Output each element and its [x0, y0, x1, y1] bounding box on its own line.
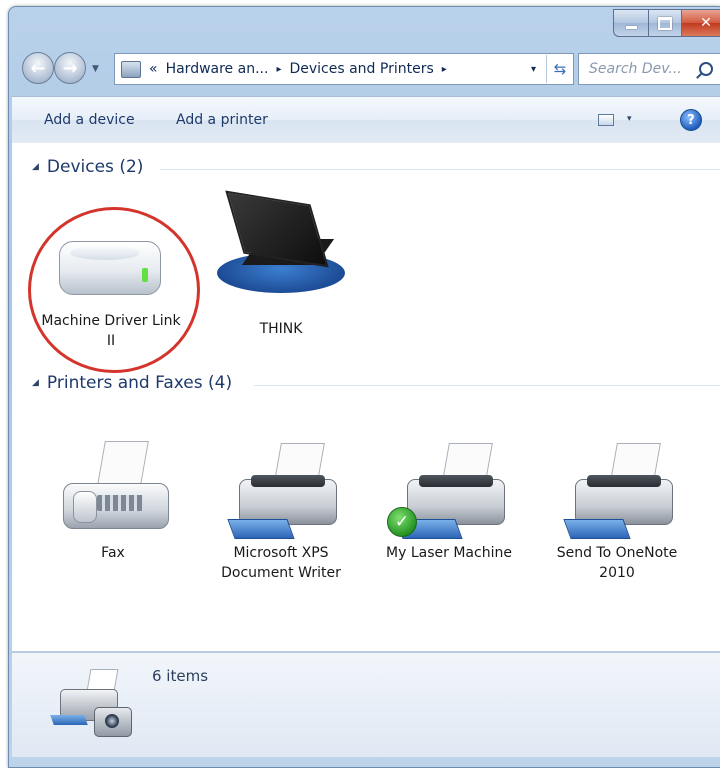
address-overflow[interactable]: «: [149, 61, 158, 77]
printer-top: [587, 475, 661, 487]
printer-tray: [227, 519, 295, 539]
change-view-icon[interactable]: [598, 114, 614, 126]
printer-top: [251, 475, 325, 487]
minimize-button[interactable]: [613, 9, 649, 37]
command-bar: Add a device Add a printer ▾ ?: [12, 96, 720, 144]
collapse-triangle-icon[interactable]: ◢: [32, 162, 39, 172]
printer-item-microsoft-xps[interactable]: Microsoft XPS Document Writer: [206, 439, 356, 583]
printer-item-my-laser-machine[interactable]: ✓ My Laser Machine: [374, 439, 524, 563]
back-button[interactable]: ←: [22, 52, 54, 84]
printer-tray: [563, 519, 631, 539]
printer-label: Microsoft XPS Document Writer: [221, 545, 341, 581]
device-label: Machine Driver Link II: [41, 313, 181, 349]
recent-pages-dropdown[interactable]: ▼: [92, 64, 99, 74]
printer-icon: ✓: [379, 439, 519, 549]
add-printer-button[interactable]: Add a printer: [176, 112, 268, 128]
refresh-button[interactable]: ⇆: [546, 55, 573, 83]
help-button[interactable]: ?: [680, 109, 702, 131]
breadcrumb-separator-icon[interactable]: ▸: [442, 64, 447, 75]
printer-icon: [211, 439, 351, 549]
refresh-icon: ⇆: [553, 60, 567, 78]
hard-drive-icon: [59, 241, 161, 295]
group-divider: [160, 169, 720, 170]
maximize-icon: [658, 16, 672, 30]
printer-top: [419, 475, 493, 487]
group-header-printers[interactable]: ◢ Printers and Faxes (4): [32, 373, 232, 393]
address-dropdown-icon[interactable]: ▾: [531, 64, 536, 75]
search-input[interactable]: Search Dev...: [578, 53, 720, 85]
drive-led: [142, 268, 148, 282]
fax-keypad: [97, 495, 143, 511]
group-title-devices: Devices (2): [46, 157, 144, 177]
forward-button[interactable]: →: [54, 52, 86, 84]
fax-paper: [97, 441, 149, 485]
back-arrow-icon: ←: [30, 57, 46, 79]
help-icon: ?: [687, 112, 695, 128]
printer-item-send-to-onenote[interactable]: Send To OneNote 2010: [542, 439, 692, 583]
add-device-button[interactable]: Add a device: [44, 112, 135, 128]
close-button[interactable]: ✕: [682, 9, 720, 37]
fax-handset: [73, 491, 97, 523]
device-item-think[interactable]: THINK: [206, 190, 356, 339]
default-printer-check-icon: ✓: [387, 507, 417, 537]
collapse-triangle-icon[interactable]: ◢: [32, 378, 39, 388]
minimize-icon: [625, 25, 637, 29]
caption-buttons: ✕: [613, 9, 720, 37]
breadcrumb-devices-and-printers[interactable]: Devices and Printers: [289, 61, 433, 77]
device-label: THINK: [259, 321, 303, 337]
group-divider: [254, 385, 720, 386]
group-header-devices[interactable]: ◢ Devices (2): [32, 157, 143, 177]
view-options-dropdown[interactable]: ▾: [627, 114, 632, 124]
content-pane: ◢ Devices (2) Machine Driver Link II THI…: [12, 143, 720, 651]
device-item-machine-driver-link[interactable]: Machine Driver Link II: [36, 205, 186, 351]
search-icon[interactable]: [699, 62, 713, 76]
details-pane: 6 items: [12, 652, 720, 757]
close-icon: ✕: [700, 15, 712, 31]
laptop-icon: [211, 190, 351, 303]
fax-icon: [43, 439, 183, 549]
printer-item-fax[interactable]: Fax: [38, 439, 188, 563]
address-bar[interactable]: « Hardware an... ▸ Devices and Printers …: [114, 53, 574, 85]
forward-arrow-icon: →: [62, 57, 78, 79]
printer-label: Send To OneNote 2010: [556, 545, 678, 581]
devices-and-printers-icon: [48, 667, 134, 747]
group-title-printers: Printers and Faxes (4): [46, 373, 233, 393]
maximize-button[interactable]: [649, 9, 682, 37]
control-panel-icon: [121, 60, 141, 78]
item-count: 6 items: [152, 667, 209, 685]
camera-icon: [94, 707, 132, 737]
breadcrumb-hardware[interactable]: Hardware an...: [166, 61, 269, 77]
details-tray: [50, 715, 88, 725]
search-placeholder: Search Dev...: [589, 61, 682, 77]
laptop-screen: [225, 190, 329, 268]
printer-icon: [547, 439, 687, 549]
breadcrumb-separator-icon[interactable]: ▸: [276, 64, 281, 75]
